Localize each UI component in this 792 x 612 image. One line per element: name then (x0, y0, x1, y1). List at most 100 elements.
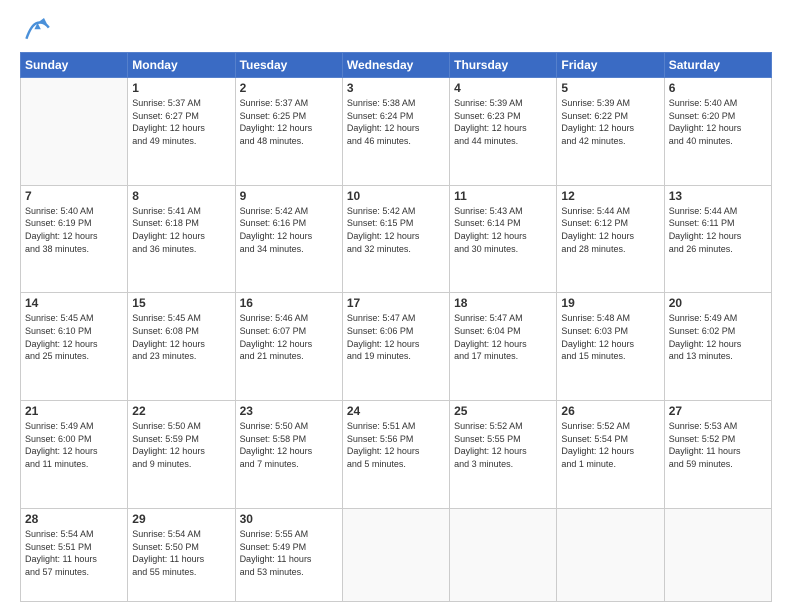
day-number: 17 (347, 296, 445, 310)
calendar-week-row: 7 Sunrise: 5:40 AMSunset: 6:19 PMDaylight… (21, 185, 772, 293)
day-info: Sunrise: 5:43 AMSunset: 6:14 PMDaylight:… (454, 205, 552, 255)
day-info: Sunrise: 5:55 AMSunset: 5:49 PMDaylight:… (240, 528, 338, 578)
calendar-cell: 26 Sunrise: 5:52 AMSunset: 5:54 PMDayligh… (557, 401, 664, 509)
day-info: Sunrise: 5:54 AMSunset: 5:51 PMDaylight:… (25, 528, 123, 578)
calendar-cell: 7 Sunrise: 5:40 AMSunset: 6:19 PMDaylight… (21, 185, 128, 293)
day-info: Sunrise: 5:42 AMSunset: 6:15 PMDaylight:… (347, 205, 445, 255)
calendar-cell: 18 Sunrise: 5:47 AMSunset: 6:04 PMDayligh… (450, 293, 557, 401)
day-number: 4 (454, 81, 552, 95)
logo (20, 16, 54, 44)
calendar-week-row: 14 Sunrise: 5:45 AMSunset: 6:10 PMDayligh… (21, 293, 772, 401)
calendar-cell: 25 Sunrise: 5:52 AMSunset: 5:55 PMDayligh… (450, 401, 557, 509)
calendar-cell: 16Sunrise: 5:46 AMSunset: 6:07 PMDayligh… (235, 293, 342, 401)
day-info: Sunrise: 5:44 AMSunset: 6:12 PMDaylight:… (561, 205, 659, 255)
calendar-cell: 12 Sunrise: 5:44 AMSunset: 6:12 PMDayligh… (557, 185, 664, 293)
calendar-cell: 11 Sunrise: 5:43 AMSunset: 6:14 PMDayligh… (450, 185, 557, 293)
day-number: 15 (132, 296, 230, 310)
day-number: 26 (561, 404, 659, 418)
calendar-cell: 9 Sunrise: 5:42 AMSunset: 6:16 PMDaylight… (235, 185, 342, 293)
day-number: 2 (240, 81, 338, 95)
calendar-table: SundayMondayTuesdayWednesdayThursdayFrid… (20, 52, 772, 602)
calendar-cell: 23 Sunrise: 5:50 AMSunset: 5:58 PMDayligh… (235, 401, 342, 509)
day-number: 27 (669, 404, 767, 418)
day-number: 21 (25, 404, 123, 418)
calendar-cell: 24 Sunrise: 5:51 AMSunset: 5:56 PMDayligh… (342, 401, 449, 509)
day-number: 11 (454, 189, 552, 203)
day-info: Sunrise: 5:37 AMSunset: 6:27 PMDaylight:… (132, 97, 230, 147)
calendar-cell: 6Sunrise: 5:40 AMSunset: 6:20 PMDaylight… (664, 78, 771, 186)
header (20, 16, 772, 44)
calendar-week-row: 1 Sunrise: 5:37 AMSunset: 6:27 PMDaylight… (21, 78, 772, 186)
calendar-cell: 19 Sunrise: 5:48 AMSunset: 6:03 PMDayligh… (557, 293, 664, 401)
day-info: Sunrise: 5:42 AMSunset: 6:16 PMDaylight:… (240, 205, 338, 255)
day-info: Sunrise: 5:37 AMSunset: 6:25 PMDaylight:… (240, 97, 338, 147)
day-number: 22 (132, 404, 230, 418)
day-number: 19 (561, 296, 659, 310)
day-number: 18 (454, 296, 552, 310)
day-number: 1 (132, 81, 230, 95)
calendar-cell: 29 Sunrise: 5:54 AMSunset: 5:50 PMDayligh… (128, 508, 235, 601)
weekday-header-friday: Friday (557, 53, 664, 78)
day-info: Sunrise: 5:51 AMSunset: 5:56 PMDaylight:… (347, 420, 445, 470)
day-number: 16 (240, 296, 338, 310)
weekday-header-row: SundayMondayTuesdayWednesdayThursdayFrid… (21, 53, 772, 78)
day-number: 23 (240, 404, 338, 418)
calendar-cell: 30 Sunrise: 5:55 AMSunset: 5:49 PMDayligh… (235, 508, 342, 601)
day-number: 6 (669, 81, 767, 95)
day-number: 14 (25, 296, 123, 310)
day-info: Sunrise: 5:40 AMSunset: 6:19 PMDaylight:… (25, 205, 123, 255)
calendar-cell: 20 Sunrise: 5:49 AMSunset: 6:02 PMDayligh… (664, 293, 771, 401)
day-info: Sunrise: 5:45 AMSunset: 6:10 PMDaylight:… (25, 312, 123, 362)
calendar-cell: 15 Sunrise: 5:45 AMSunset: 6:08 PMDayligh… (128, 293, 235, 401)
day-info: Sunrise: 5:41 AMSunset: 6:18 PMDaylight:… (132, 205, 230, 255)
calendar-cell: 22Sunrise: 5:50 AMSunset: 5:59 PMDayligh… (128, 401, 235, 509)
weekday-header-wednesday: Wednesday (342, 53, 449, 78)
day-info: Sunrise: 5:47 AMSunset: 6:06 PMDaylight:… (347, 312, 445, 362)
calendar-cell (21, 78, 128, 186)
calendar-week-row: 28Sunrise: 5:54 AMSunset: 5:51 PMDayligh… (21, 508, 772, 601)
day-info: Sunrise: 5:49 AMSunset: 6:02 PMDaylight:… (669, 312, 767, 362)
weekday-header-tuesday: Tuesday (235, 53, 342, 78)
calendar-cell: 10 Sunrise: 5:42 AMSunset: 6:15 PMDayligh… (342, 185, 449, 293)
calendar-week-row: 21 Sunrise: 5:49 AMSunset: 6:00 PMDayligh… (21, 401, 772, 509)
calendar-cell (557, 508, 664, 601)
day-info: Sunrise: 5:49 AMSunset: 6:00 PMDaylight:… (25, 420, 123, 470)
calendar-cell: 14 Sunrise: 5:45 AMSunset: 6:10 PMDayligh… (21, 293, 128, 401)
day-number: 25 (454, 404, 552, 418)
calendar-cell: 13Sunrise: 5:44 AMSunset: 6:11 PMDayligh… (664, 185, 771, 293)
day-info: Sunrise: 5:44 AMSunset: 6:11 PMDaylight:… (669, 205, 767, 255)
day-info: Sunrise: 5:52 AMSunset: 5:55 PMDaylight:… (454, 420, 552, 470)
calendar-cell: 4Sunrise: 5:39 AMSunset: 6:23 PMDaylight… (450, 78, 557, 186)
calendar-cell (342, 508, 449, 601)
day-number: 8 (132, 189, 230, 203)
weekday-header-saturday: Saturday (664, 53, 771, 78)
day-number: 9 (240, 189, 338, 203)
day-number: 7 (25, 189, 123, 203)
day-info: Sunrise: 5:39 AMSunset: 6:22 PMDaylight:… (561, 97, 659, 147)
day-number: 12 (561, 189, 659, 203)
day-info: Sunrise: 5:53 AMSunset: 5:52 PMDaylight:… (669, 420, 767, 470)
day-info: Sunrise: 5:54 AMSunset: 5:50 PMDaylight:… (132, 528, 230, 578)
day-info: Sunrise: 5:47 AMSunset: 6:04 PMDaylight:… (454, 312, 552, 362)
calendar-cell: 8 Sunrise: 5:41 AMSunset: 6:18 PMDaylight… (128, 185, 235, 293)
day-info: Sunrise: 5:48 AMSunset: 6:03 PMDaylight:… (561, 312, 659, 362)
day-number: 5 (561, 81, 659, 95)
calendar-cell: 3Sunrise: 5:38 AMSunset: 6:24 PMDaylight… (342, 78, 449, 186)
day-number: 20 (669, 296, 767, 310)
day-number: 3 (347, 81, 445, 95)
weekday-header-thursday: Thursday (450, 53, 557, 78)
day-number: 30 (240, 512, 338, 526)
day-number: 24 (347, 404, 445, 418)
calendar-cell: 1 Sunrise: 5:37 AMSunset: 6:27 PMDaylight… (128, 78, 235, 186)
calendar-cell: 2 Sunrise: 5:37 AMSunset: 6:25 PMDaylight… (235, 78, 342, 186)
day-number: 10 (347, 189, 445, 203)
day-info: Sunrise: 5:45 AMSunset: 6:08 PMDaylight:… (132, 312, 230, 362)
logo-icon (20, 16, 52, 44)
calendar-cell: 17 Sunrise: 5:47 AMSunset: 6:06 PMDayligh… (342, 293, 449, 401)
calendar-cell: 21 Sunrise: 5:49 AMSunset: 6:00 PMDayligh… (21, 401, 128, 509)
calendar-cell: 5 Sunrise: 5:39 AMSunset: 6:22 PMDaylight… (557, 78, 664, 186)
day-info: Sunrise: 5:52 AMSunset: 5:54 PMDaylight:… (561, 420, 659, 470)
day-info: Sunrise: 5:50 AMSunset: 5:58 PMDaylight:… (240, 420, 338, 470)
calendar-cell: 28Sunrise: 5:54 AMSunset: 5:51 PMDayligh… (21, 508, 128, 601)
day-number: 29 (132, 512, 230, 526)
